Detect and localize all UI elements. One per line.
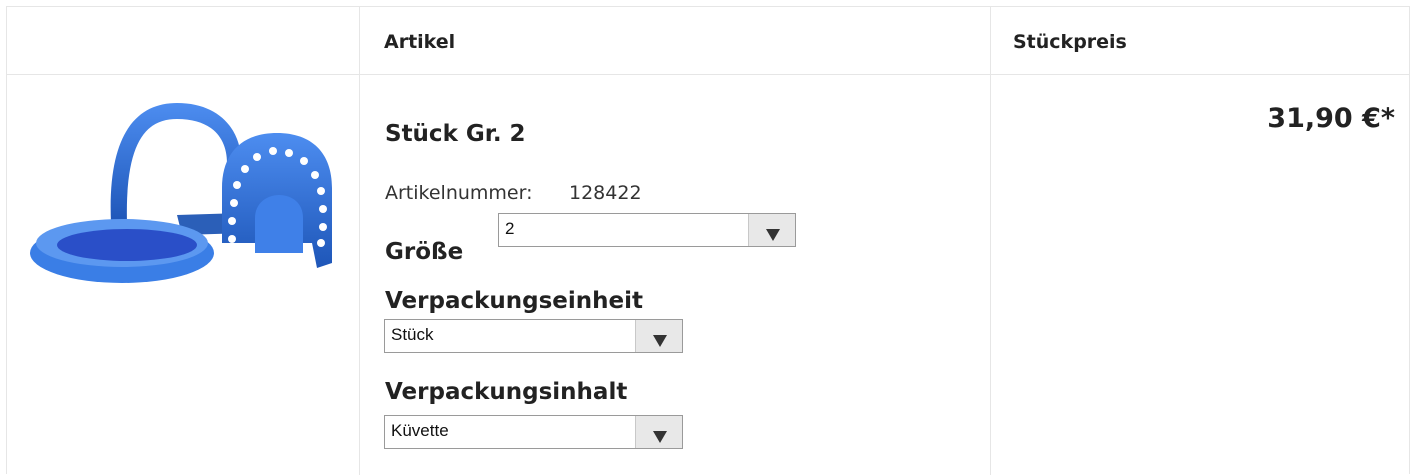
column-divider (990, 7, 991, 475)
packaging-unit-select[interactable]: Stück (384, 319, 683, 353)
product-table: Artikel Stückpreis Stück Gr. 2 Artikelnu… (6, 6, 1410, 475)
chevron-down-icon[interactable] (635, 320, 682, 352)
size-label: Größe (385, 239, 464, 265)
table-header: Artikel Stückpreis (7, 7, 1409, 75)
column-divider (359, 7, 360, 475)
size-select[interactable]: 2 (498, 213, 796, 247)
size-select-value: 2 (505, 219, 515, 238)
header-article: Artikel (384, 31, 456, 53)
packaging-content-select-value: Küvette (391, 421, 449, 440)
article-number-label: Artikelnummer: (385, 182, 533, 204)
article-number-value: 128422 (569, 182, 642, 204)
packaging-content-label: Verpackungsinhalt (385, 379, 628, 405)
product-title: Stück Gr. 2 (385, 121, 526, 147)
packaging-unit-select-value: Stück (391, 325, 434, 344)
product-image[interactable] (27, 93, 347, 283)
header-unit-price: Stückpreis (1013, 31, 1127, 53)
chevron-down-icon[interactable] (635, 416, 682, 448)
unit-price: 31,90 €* (1267, 103, 1395, 134)
packaging-unit-label: Verpackungseinheit (385, 288, 644, 314)
packaging-content-select[interactable]: Küvette (384, 415, 683, 449)
chevron-down-icon[interactable] (748, 214, 795, 246)
